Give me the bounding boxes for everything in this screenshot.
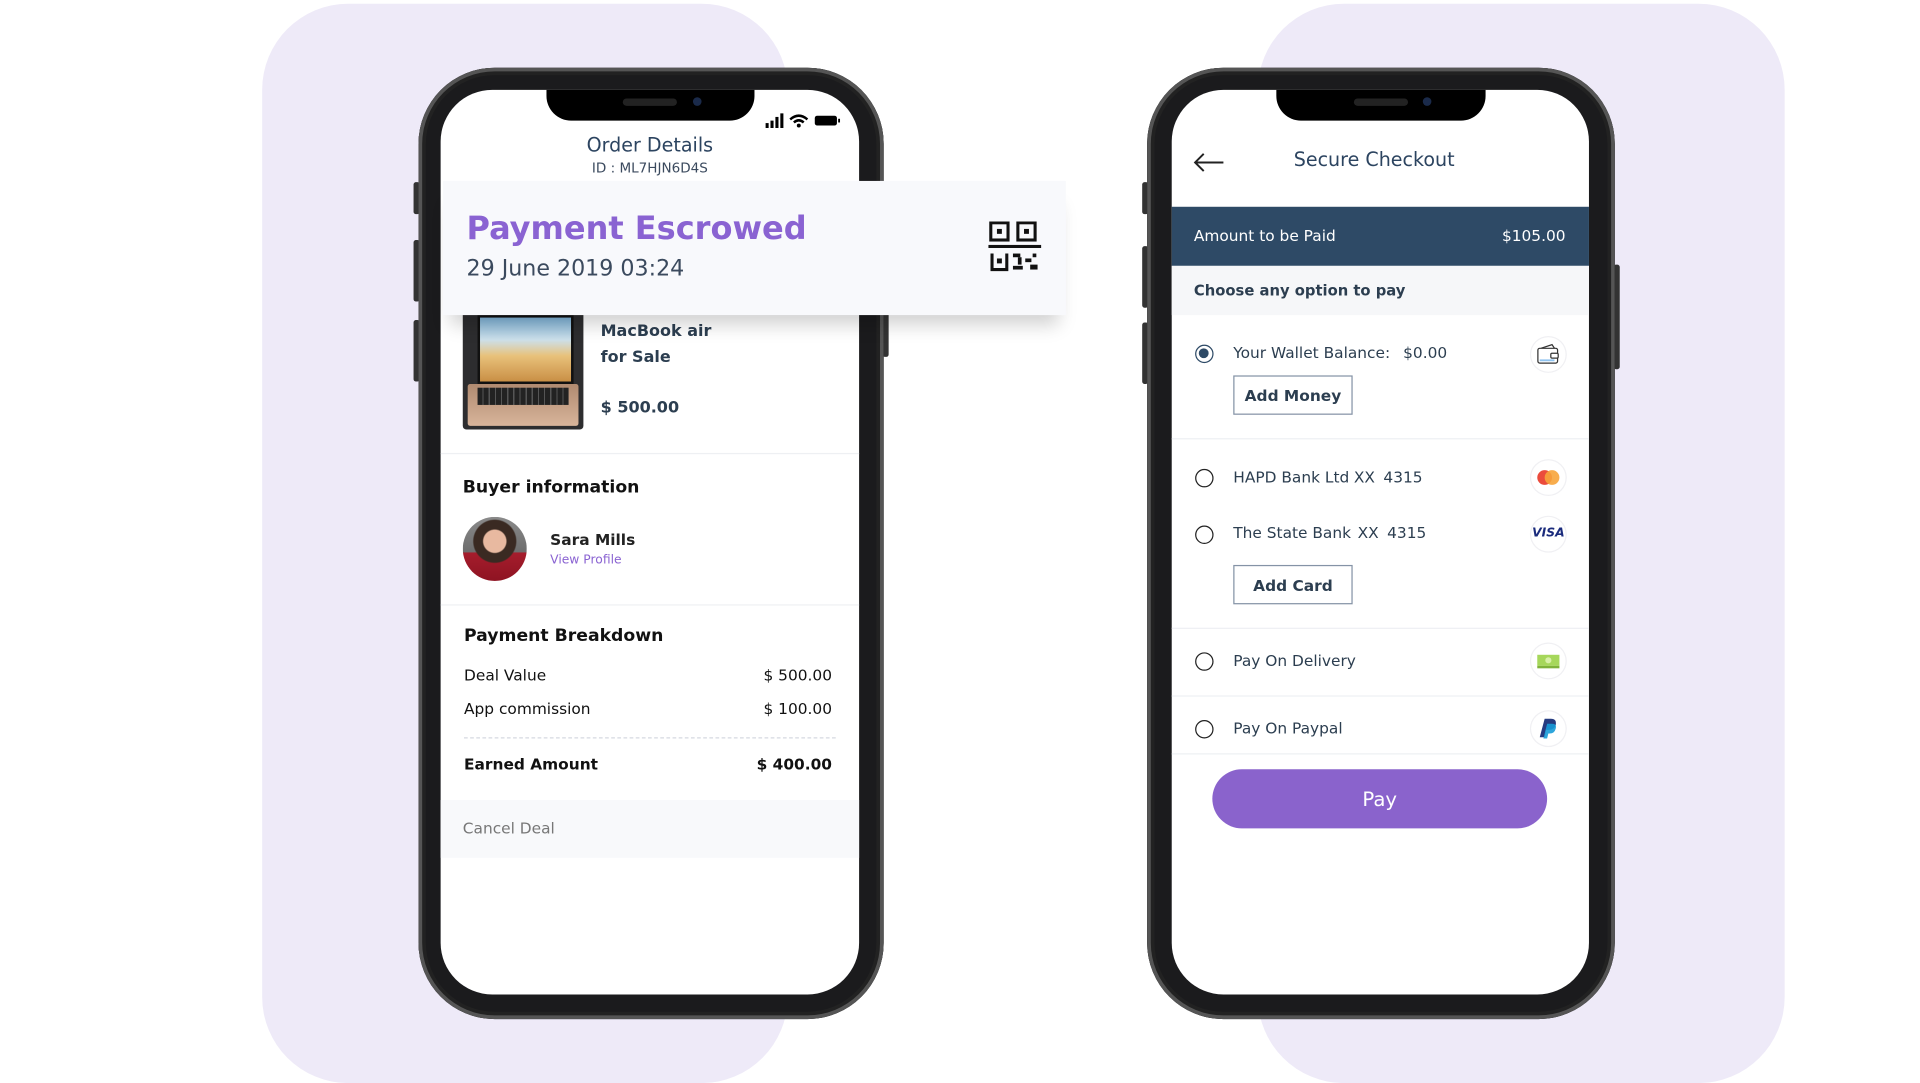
pay-on-paypal-radio[interactable]	[1195, 720, 1214, 739]
divider	[1171, 753, 1589, 755]
cancel-deal-label: Cancel Deal	[462, 818, 555, 837]
state-bank-mask: XX	[1357, 523, 1379, 542]
screen-title: Secure Checkout	[1293, 148, 1455, 172]
add-card-button[interactable]: Add Card	[1233, 564, 1353, 605]
signal-wifi-battery-icon	[765, 113, 841, 129]
pay-button[interactable]: Pay	[1212, 769, 1548, 829]
payment-status-banner: Payment Escrowed 29 June 2019 03:24	[443, 180, 1066, 316]
status-bar	[765, 110, 842, 133]
buyer-heading: Buyer information	[462, 477, 640, 498]
cancel-deal-button[interactable]: Cancel Deal	[440, 800, 860, 858]
order-id: ID : ML7HJN6D4S	[591, 160, 708, 177]
wallet-balance: $0.00	[1403, 343, 1448, 362]
view-profile-link[interactable]: View Profile	[550, 554, 621, 567]
phone-notch	[1276, 89, 1486, 121]
hapd-bank-name: HAPD Bank Ltd	[1233, 467, 1350, 487]
product-image	[462, 307, 584, 430]
pay-on-delivery-label: Pay On Delivery	[1233, 651, 1356, 670]
divider	[440, 452, 860, 455]
stage: Order Details ID : ML7HJN6D4S MacBook ai…	[0, 0, 1920, 1083]
phone-notch	[546, 89, 755, 121]
divider	[440, 604, 860, 606]
choose-option-section: Choose any option to pay	[1171, 265, 1589, 316]
earned-amount-value: $ 400.00	[756, 754, 833, 773]
hapd-bank-radio[interactable]	[1195, 468, 1214, 488]
paypal-icon	[1531, 711, 1566, 746]
qr-code-icon[interactable]	[988, 221, 1042, 274]
divider	[1171, 695, 1589, 697]
state-bank-radio[interactable]	[1195, 525, 1214, 545]
amount-label: Amount to be Paid	[1193, 226, 1336, 245]
divider	[1171, 627, 1589, 629]
pay-on-paypal-label: Pay On Paypal	[1233, 718, 1343, 738]
pay-on-delivery-radio[interactable]	[1195, 652, 1214, 671]
earned-amount-label: Earned Amount	[464, 754, 599, 773]
app-commission-value: $ 100.00	[763, 699, 833, 718]
buyer-avatar[interactable]	[462, 516, 527, 581]
add-money-button[interactable]: Add Money	[1233, 375, 1353, 415]
wallet-radio[interactable]	[1195, 344, 1214, 364]
breakdown-heading: Payment Breakdown	[464, 626, 664, 647]
wallet-icon	[1531, 337, 1566, 372]
state-bank-last4: 4315	[1387, 523, 1427, 542]
payment-date: 29 June 2019 03:24	[466, 256, 685, 282]
dashed-divider	[464, 737, 836, 739]
choose-option-label: Choose any option to pay	[1193, 281, 1406, 300]
visa-icon: VISA	[1531, 516, 1566, 552]
deal-value-label: Deal Value	[464, 665, 547, 685]
deal-value: $ 500.00	[763, 665, 833, 685]
divider	[1171, 438, 1589, 440]
product-title: MacBook air	[600, 322, 712, 341]
product-title-line2: for Sale	[600, 348, 671, 367]
state-bank-name: The State Bank	[1233, 523, 1352, 542]
wallet-label: Your Wallet Balance:	[1233, 343, 1391, 362]
hapd-bank-last4: 4315	[1383, 467, 1423, 487]
screen-title: Order Details	[586, 134, 714, 157]
mastercard-icon	[1531, 460, 1566, 495]
cash-icon	[1531, 643, 1566, 679]
app-commission-label: App commission	[464, 699, 591, 718]
hapd-bank-mask: XX	[1353, 467, 1375, 487]
amount-bar: Amount to be Paid $105.00	[1171, 206, 1589, 266]
amount-value: $105.00	[1501, 226, 1566, 245]
buyer-name: Sara Mills	[550, 530, 636, 549]
payment-status: Payment Escrowed	[466, 210, 807, 248]
product-price: $ 500.00	[600, 398, 680, 418]
